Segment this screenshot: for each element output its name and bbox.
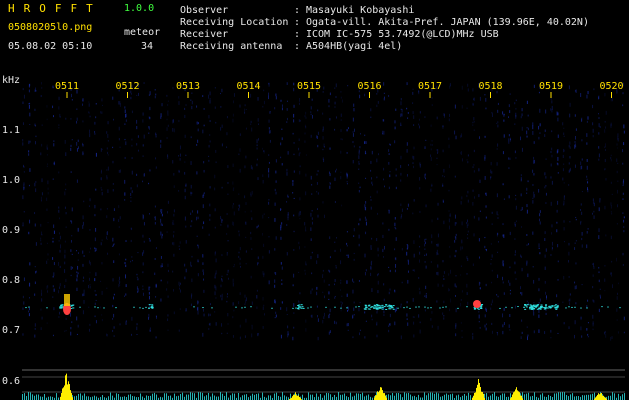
file-name: 05080205l0.png [8, 22, 93, 33]
time-label: 0520 [600, 81, 624, 92]
info-key: Receiver [180, 29, 229, 40]
time-label: 0513 [176, 81, 200, 92]
time-label: 0515 [297, 81, 321, 92]
spectrogram-noise [22, 82, 625, 341]
meteor-label: meteor [124, 27, 161, 38]
meteor-count: 34 [141, 41, 154, 52]
axis-unit: kHz [2, 75, 20, 86]
spectrogram-traces [25, 294, 621, 315]
time-label: 0518 [479, 81, 503, 92]
header-panel: HROFFT 1.0.0 05080205l0.png meteor 05.08… [0, 0, 629, 74]
time-label: 0519 [539, 81, 563, 92]
time-label: 0514 [237, 81, 261, 92]
activity-plot [22, 369, 625, 400]
timestamp: 05.08.02 05:10 [8, 41, 93, 52]
time-label: 0517 [418, 81, 442, 92]
time-label: 0516 [358, 81, 382, 92]
y-tick-label: 0.9 [2, 225, 20, 236]
time-label: 0511 [55, 81, 79, 92]
y-tick-label: 0.8 [2, 275, 20, 286]
info-row-observer: Observer: Masayuki Kobayashi [180, 5, 415, 16]
app-version: 1.0.0 [124, 3, 155, 14]
info-value: Ogata-vill. Akita-Pref. JAPAN (139.96E, … [306, 17, 589, 28]
info-row-location: Receiving Location: Ogata-vill. Akita-Pre… [180, 17, 589, 28]
info-key: Receiving Location [180, 17, 289, 28]
y-tick-label: 0.7 [2, 325, 20, 336]
info-key: Observer [180, 5, 229, 16]
info-value: ICOM IC-575 53.7492(@LCD)MHz USB [306, 29, 499, 40]
time-label: 0512 [116, 81, 140, 92]
info-row-antenna: Receiving antenna: A504HB(yagi 4el) [180, 41, 403, 52]
y-tick-label: 1.1 [2, 125, 20, 136]
app-title: HROFFT [8, 2, 102, 15]
info-row-receiver: Receiver: ICOM IC-575 53.7492(@LCD)MHz US… [180, 29, 499, 40]
info-key: Receiving antenna [180, 41, 283, 52]
info-value: Masayuki Kobayashi [306, 5, 415, 16]
info-value: A504HB(yagi 4el) [306, 41, 403, 52]
y-tick-label: 0.6 [2, 376, 20, 387]
spectrogram: kHz 1.1 1.0 0.9 0.8 0.7 0.6 0511 0512 0513 0514 051… [2, 75, 625, 400]
y-tick-label: 1.0 [2, 175, 20, 186]
